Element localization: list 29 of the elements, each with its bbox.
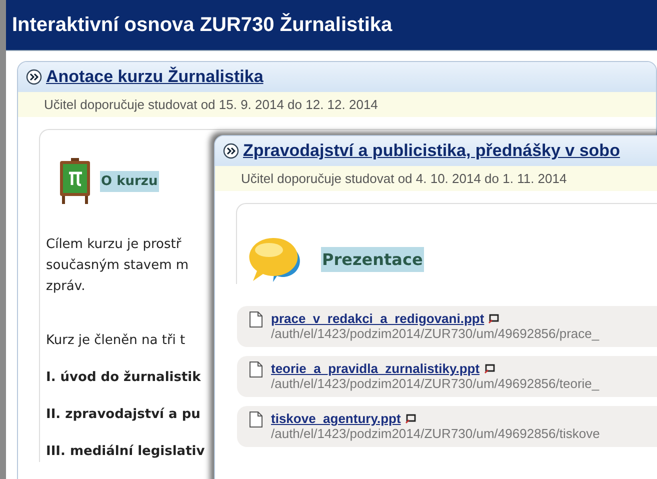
paragraph-text: Cílem kurzu je prostř	[46, 236, 182, 254]
file-path: /auth/el/1423/podzim2014/ZUR730/um/49692856/tiskove	[271, 426, 600, 441]
file-link[interactable]: prace_v_redakci_a_redigovani.ppt	[271, 311, 484, 326]
expand-icon[interactable]	[26, 69, 42, 85]
file-link[interactable]: teorie_a_pravidla_zurnalistiky.ppt	[271, 361, 480, 376]
pi-board-icon	[60, 158, 90, 204]
card-title: O kurzu	[100, 170, 159, 192]
study-dates: Učitel doporučuje studovat od 4. 10. 2014 do 1. 11. 2014	[215, 166, 657, 191]
document-icon	[249, 411, 263, 428]
external-link-icon[interactable]	[484, 364, 495, 374]
popup-title-link[interactable]: Zpravodajství a publicistika, přednášky v sobo	[243, 141, 620, 161]
page-title: Interaktivní osnova ZUR730 Žurnalistika	[6, 0, 657, 51]
external-link-icon[interactable]	[488, 314, 500, 324]
paragraph-text: I. úvod do žurnalistik	[46, 369, 201, 387]
paragraph-text: současným stavem m	[46, 257, 189, 275]
section-title-link[interactable]: Anotace kurzu Žurnalistika	[46, 67, 264, 87]
paragraph-text: III. mediální legislativ	[46, 443, 205, 461]
card-title: Prezentace	[321, 246, 424, 272]
paragraph-text: Kurz je členěn na tři t	[46, 332, 186, 350]
file-link[interactable]: tiskove_agentury.ppt	[271, 411, 401, 426]
study-dates: Učitel doporučuje studovat od 15. 9. 2014 do 12. 12. 2014	[18, 92, 656, 117]
file-path: /auth/el/1423/podzim2014/ZUR730/um/49692856/prace_	[271, 326, 600, 341]
file-path: /auth/el/1423/podzim2014/ZUR730/um/49692856/teorie_	[271, 376, 600, 391]
document-icon	[249, 311, 263, 328]
paragraph-text: II. zpravodajství a pu	[46, 406, 200, 424]
paragraph-text: zpráv.	[46, 278, 86, 296]
document-icon	[249, 361, 263, 378]
expand-icon[interactable]	[223, 143, 239, 159]
external-link-icon[interactable]	[404, 414, 416, 424]
